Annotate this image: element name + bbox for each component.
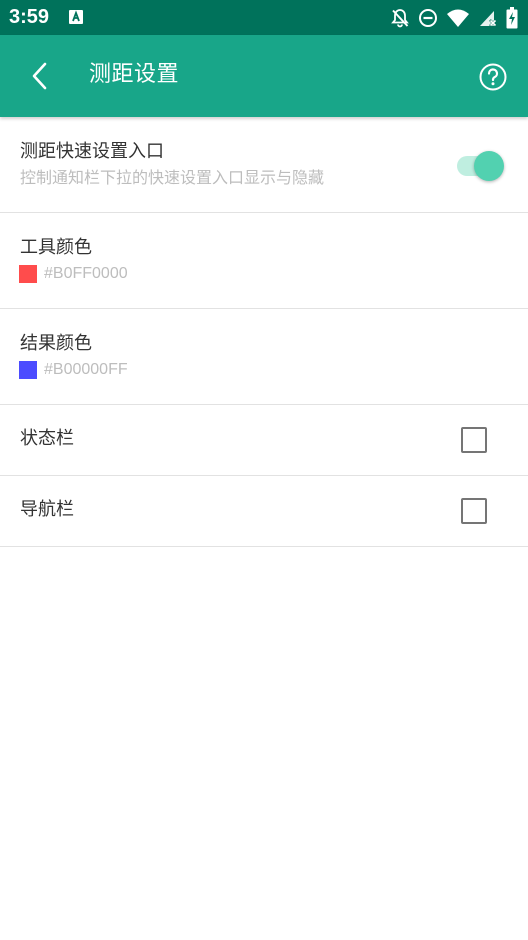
app-bar: 测距设置: [0, 35, 528, 117]
nav-bar-checkbox[interactable]: [461, 498, 487, 524]
color-value-row: #B00000FF: [19, 361, 128, 379]
setting-title: 工具颜色: [20, 237, 92, 258]
setting-title: 状态栏: [20, 428, 74, 449]
page-title: 测距设置: [89, 62, 180, 87]
result-color-swatch: [19, 361, 37, 379]
switch-thumb: [474, 151, 504, 181]
setting-nav-bar[interactable]: 导航栏: [0, 476, 528, 547]
status-bar-checkbox[interactable]: [461, 427, 487, 453]
setting-tool-color[interactable]: 工具颜色 #B0FF0000: [0, 213, 528, 309]
cellular-signal-icon: [480, 11, 497, 27]
back-arrow-icon: [32, 62, 47, 90]
settings-list: 测距快速设置入口 控制通知栏下拉的快速设置入口显示与隐藏 工具颜色 #B0FF0…: [0, 117, 528, 547]
setting-title: 导航栏: [20, 499, 74, 520]
wifi-icon: [447, 9, 469, 27]
status-bar: 3:59: [0, 0, 528, 35]
app-notification-icon: [69, 10, 83, 24]
setting-quick-entry[interactable]: 测距快速设置入口 控制通知栏下拉的快速设置入口显示与隐藏: [0, 117, 528, 213]
battery-charging-icon: [506, 7, 518, 29]
status-time: 3:59: [9, 6, 50, 28]
setting-result-color[interactable]: 结果颜色 #B00000FF: [0, 309, 528, 405]
setting-subtitle: 控制通知栏下拉的快速设置入口显示与隐藏: [20, 168, 325, 187]
help-icon[interactable]: [478, 62, 508, 92]
setting-status-bar[interactable]: 状态栏: [0, 405, 528, 476]
status-icons: [390, 7, 518, 29]
setting-title: 测距快速设置入口: [20, 141, 164, 162]
tool-color-swatch: [19, 265, 37, 283]
tool-color-value: #B0FF0000: [44, 265, 128, 282]
color-value-row: #B0FF0000: [19, 265, 128, 283]
notifications-off-icon: [391, 9, 409, 28]
result-color-value: #B00000FF: [44, 361, 128, 378]
do-not-disturb-icon: [419, 9, 437, 27]
setting-title: 结果颜色: [20, 333, 92, 354]
quick-entry-switch[interactable]: [457, 151, 505, 181]
back-button[interactable]: [22, 57, 58, 95]
